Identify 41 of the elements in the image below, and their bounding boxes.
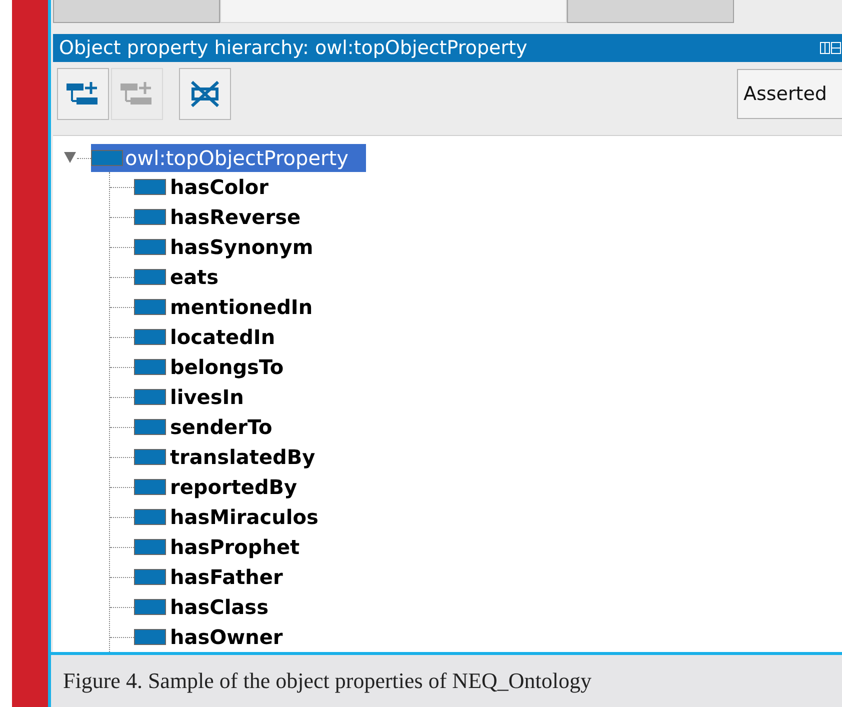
property-icon [134, 449, 166, 465]
figure-caption: Figure 4. Sample of the object properties of NEQ_Ontology [63, 668, 592, 694]
property-icon [134, 389, 166, 405]
property-icon [134, 299, 166, 315]
tree-node[interactable]: translatedBy [168, 443, 318, 471]
property-icon [134, 479, 166, 495]
tree-node[interactable]: locatedIn [168, 323, 278, 351]
window-controls-icon[interactable] [820, 42, 842, 54]
property-icon [134, 509, 166, 525]
tree-node[interactable]: reportedBy [168, 473, 300, 501]
property-icon [134, 599, 166, 615]
tree-node[interactable]: hasReverse [168, 203, 303, 231]
tree-node[interactable]: hasProphet [168, 533, 302, 561]
property-icon [134, 209, 166, 225]
tree-node[interactable]: hasFather [168, 563, 285, 591]
tree-node[interactable]: hasSynonym [168, 233, 316, 261]
panel-title: Object property hierarchy: owl:topObjectProperty [59, 36, 528, 59]
delete-property-button[interactable] [179, 68, 231, 120]
tree-node[interactable]: belongsTo [168, 353, 286, 381]
tree-node[interactable]: owl:topObjectProperty [91, 144, 366, 172]
tree-node[interactable]: hasMiraculos [168, 503, 320, 531]
property-icon [134, 569, 166, 585]
tree-node[interactable]: eats [168, 263, 221, 291]
tree-node[interactable]: mentionedIn [168, 293, 315, 321]
tree-node[interactable]: hasOwner [168, 623, 285, 651]
tree-node[interactable]: hasClass [168, 593, 270, 621]
tree-node[interactable]: hasColor [168, 173, 271, 201]
property-icon [134, 359, 166, 375]
view-mode-button[interactable]: Asserted [736, 69, 842, 120]
property-icon [134, 179, 166, 195]
property-icon [134, 269, 166, 285]
property-icon [134, 329, 166, 345]
delete-icon [188, 79, 222, 110]
property-icon [134, 239, 166, 255]
property-icon [91, 150, 123, 166]
property-icon [134, 419, 166, 435]
tree-node[interactable]: senderTo [168, 413, 274, 441]
tree-node[interactable]: livesIn [168, 383, 246, 411]
add-subproperty-button[interactable] [57, 68, 109, 120]
property-icon [134, 629, 166, 645]
property-icon [134, 539, 166, 555]
